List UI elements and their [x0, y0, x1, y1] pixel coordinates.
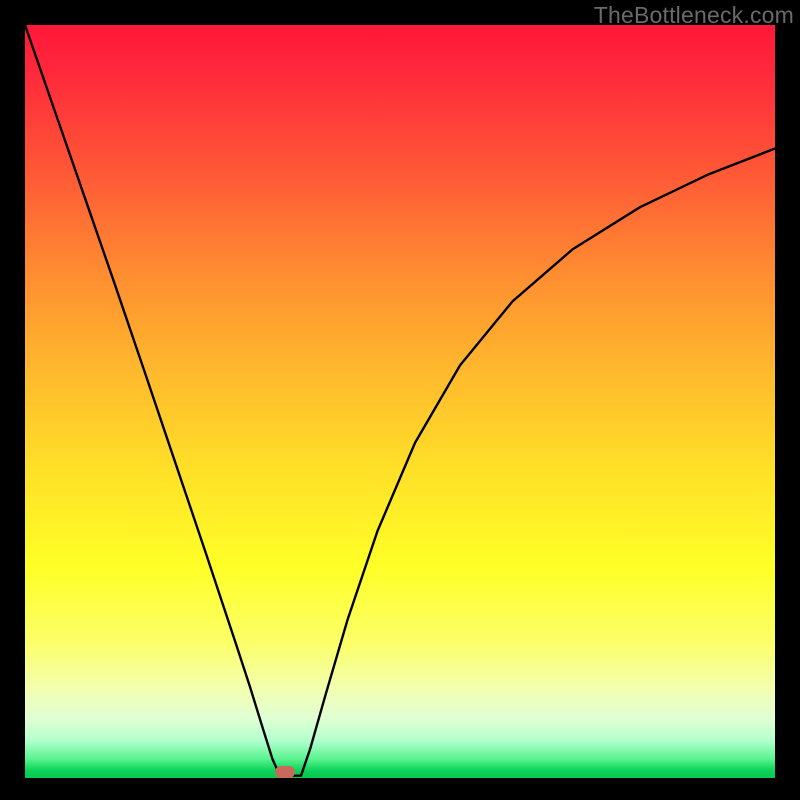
- optimal-marker: [275, 766, 295, 778]
- plot-area: [25, 25, 775, 778]
- watermark-text: TheBottleneck.com: [594, 2, 794, 29]
- bottleneck-curve: [25, 25, 775, 778]
